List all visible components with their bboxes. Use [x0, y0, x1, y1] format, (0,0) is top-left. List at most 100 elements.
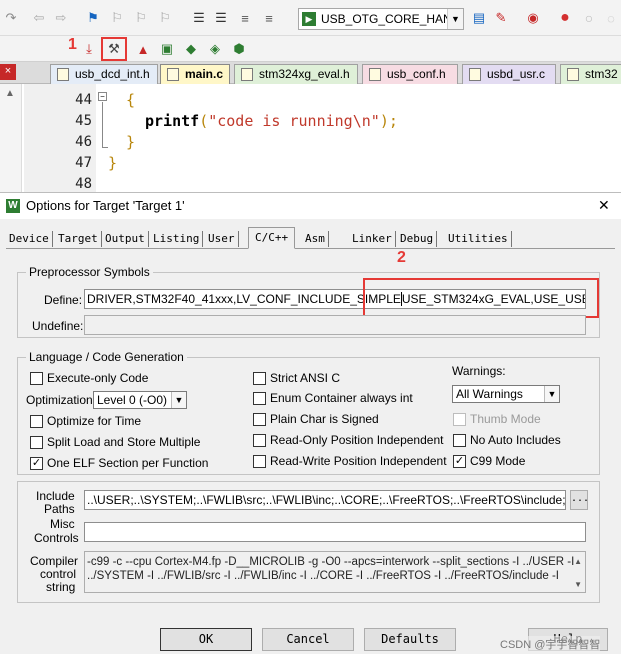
split-load-checkbox[interactable] [30, 436, 43, 449]
optimize-time-checkbox[interactable] [30, 415, 43, 428]
close-all-icon[interactable]: × [0, 64, 16, 80]
ro-pos-label: Read-Only Position Independent [270, 433, 444, 447]
one-elf-checkbox[interactable]: ✓ [30, 457, 43, 470]
tab-listing[interactable]: Listing [150, 231, 204, 247]
strict-ansi-label: Strict ANSI C [270, 371, 341, 385]
enum-container-checkbox[interactable] [253, 392, 266, 405]
execute-only-label: Execute-only Code [47, 371, 149, 385]
ro-pos-checkbox[interactable] [253, 434, 266, 447]
manage-rte-icon[interactable]: ◆ [182, 40, 200, 58]
code-paren: ( [199, 112, 209, 130]
books-icon[interactable]: ⬢ [230, 40, 248, 58]
tab-device[interactable]: Device [6, 231, 53, 247]
optimization-value: Level 0 (-O0) [97, 393, 168, 407]
rw-pos-checkbox[interactable] [253, 455, 266, 468]
kill-breakpoints-icon[interactable]: ◌ [602, 9, 620, 27]
thumb-mode-checkbox[interactable] [453, 413, 466, 426]
uncomment-icon[interactable]: ≡ [260, 9, 278, 27]
include-label-2: Paths [44, 502, 75, 516]
build-toolbar: 1 ⤓ ⚒ ▲ ▣ ◆ ◈ ⬢ [0, 36, 621, 62]
execute-only-checkbox[interactable] [30, 372, 43, 385]
keil-app-icon: W [6, 199, 20, 213]
chevron-down-icon[interactable]: ▼ [171, 392, 186, 408]
tab-usbd-usr[interactable]: usbd_usr.c [462, 64, 556, 84]
language-group-label: Language / Code Generation [26, 350, 187, 364]
select-packs-icon[interactable]: ▣ [158, 40, 176, 58]
disable-breakpoint-icon[interactable]: ○ [580, 9, 598, 27]
code-line-45: printf("code is running\n"); [145, 112, 398, 130]
tab-c-cpp[interactable]: C/C++ [248, 227, 296, 249]
compiler-label-3: string [46, 580, 76, 594]
clear-bookmarks-icon[interactable]: ⚐ [156, 9, 174, 27]
unindent-icon[interactable]: ☰ [212, 9, 230, 27]
code-tail: ); [379, 112, 398, 130]
strict-ansi-checkbox[interactable] [253, 372, 266, 385]
fold-collapse-icon[interactable]: − [98, 92, 107, 101]
incremental-find-icon[interactable]: ✎ [492, 9, 510, 27]
optimization-select[interactable]: Level 0 (-O0) ▼ [93, 391, 187, 409]
cancel-button[interactable]: Cancel [262, 628, 354, 651]
c99-mode-label: C99 Mode [470, 454, 526, 468]
scroll-up-icon[interactable]: ▲ [574, 555, 582, 569]
next-bookmark-icon[interactable]: ⚐ [132, 9, 150, 27]
code-string: "code is running\n" [208, 112, 380, 130]
prev-bookmark-icon[interactable]: ⚐ [108, 9, 126, 27]
warnings-label: Warnings: [452, 364, 506, 378]
find-target-combo[interactable]: ▶ USB_OTG_CORE_HANDLE ▼ [298, 8, 464, 30]
tab-stm324xg-eval[interactable]: stm324xg_eval.h [234, 64, 358, 84]
tab-user[interactable]: User [205, 231, 239, 247]
tab-asm[interactable]: Asm [302, 231, 329, 247]
options-dialog: W Options for Target 'Target 1' ✕ Device… [0, 192, 621, 654]
file-tab-bar: × usb_dcd_int.h main.c stm324xg_eval.h u… [0, 62, 621, 84]
chevron-down-icon[interactable]: ▼ [544, 386, 559, 402]
compiler-control-string[interactable]: -c99 -c --cpu Cortex-M4.fp -D__MICROLIB … [84, 551, 586, 593]
redo-icon[interactable]: ↷ [2, 9, 20, 27]
misc-controls-input[interactable] [84, 522, 586, 542]
undefine-label: Undefine: [32, 319, 84, 333]
enum-container-label: Enum Container always int [270, 391, 413, 405]
include-paths-input[interactable]: ..\USER;..\SYSTEM;..\FWLIB\src;..\FWLIB\… [84, 490, 566, 510]
indent-icon[interactable]: ☰ [190, 9, 208, 27]
no-auto-includes-checkbox[interactable] [453, 434, 466, 447]
tab-main-c[interactable]: main.c [160, 64, 230, 84]
no-auto-includes-label: No Auto Includes [470, 433, 561, 447]
download-icon[interactable]: ⤓ [80, 40, 98, 58]
scroll-up-icon[interactable]: ▲ [5, 88, 15, 99]
ok-button[interactable]: OK [160, 628, 252, 651]
defaults-button[interactable]: Defaults [364, 628, 456, 651]
plain-char-checkbox[interactable] [253, 413, 266, 426]
line-number: 48 [75, 176, 92, 192]
c99-mode-checkbox[interactable]: ✓ [453, 455, 466, 468]
tab-debug[interactable]: Debug [397, 231, 438, 247]
line-number: 47 [75, 155, 92, 171]
scroll-down-icon[interactable]: ▼ [574, 578, 582, 592]
tab-stm32[interactable]: stm32 [560, 64, 621, 84]
pack-installer-icon[interactable]: ◈ [206, 40, 224, 58]
close-icon[interactable]: ✕ [598, 197, 610, 214]
undefine-input[interactable] [84, 315, 586, 335]
debug-session-icon[interactable]: ◉ [524, 9, 542, 27]
tab-utilities[interactable]: Utilities [445, 231, 512, 247]
one-elf-label: One ELF Section per Function [47, 456, 209, 470]
chevron-down-icon[interactable]: ▼ [447, 9, 463, 29]
fold-line-end [102, 147, 108, 148]
find-in-files-icon[interactable]: ▤ [470, 9, 488, 27]
rw-pos-label: Read-Write Position Independent [270, 454, 447, 468]
back-icon[interactable]: ⇦ [30, 9, 48, 27]
forward-icon[interactable]: ⇨ [52, 9, 70, 27]
tab-target[interactable]: Target [55, 231, 102, 247]
tab-linker[interactable]: Linker [349, 231, 396, 247]
breakpoint-icon[interactable]: ● [556, 9, 574, 27]
bookmark-icon[interactable]: ⚑ [84, 9, 102, 27]
manage-project-icon[interactable]: ▲ [134, 40, 152, 58]
warnings-select[interactable]: All Warnings ▼ [452, 385, 560, 403]
tab-usb-dcd-int[interactable]: usb_dcd_int.h [50, 64, 158, 84]
tab-usb-conf[interactable]: usb_conf.h [362, 64, 458, 84]
comment-icon[interactable]: ≡ [236, 9, 254, 27]
tab-output[interactable]: Output [102, 231, 149, 247]
compiler-line-2: ../SYSTEM -I ../FWLIB/src -I ../FWLIB/in… [87, 570, 560, 582]
include-browse-button[interactable]: ... [570, 490, 589, 510]
dialog-title: Options for Target 'Target 1' [26, 198, 185, 213]
magic-wand-options-icon[interactable]: ⚒ [105, 40, 123, 58]
line-number: 44 [75, 92, 92, 108]
